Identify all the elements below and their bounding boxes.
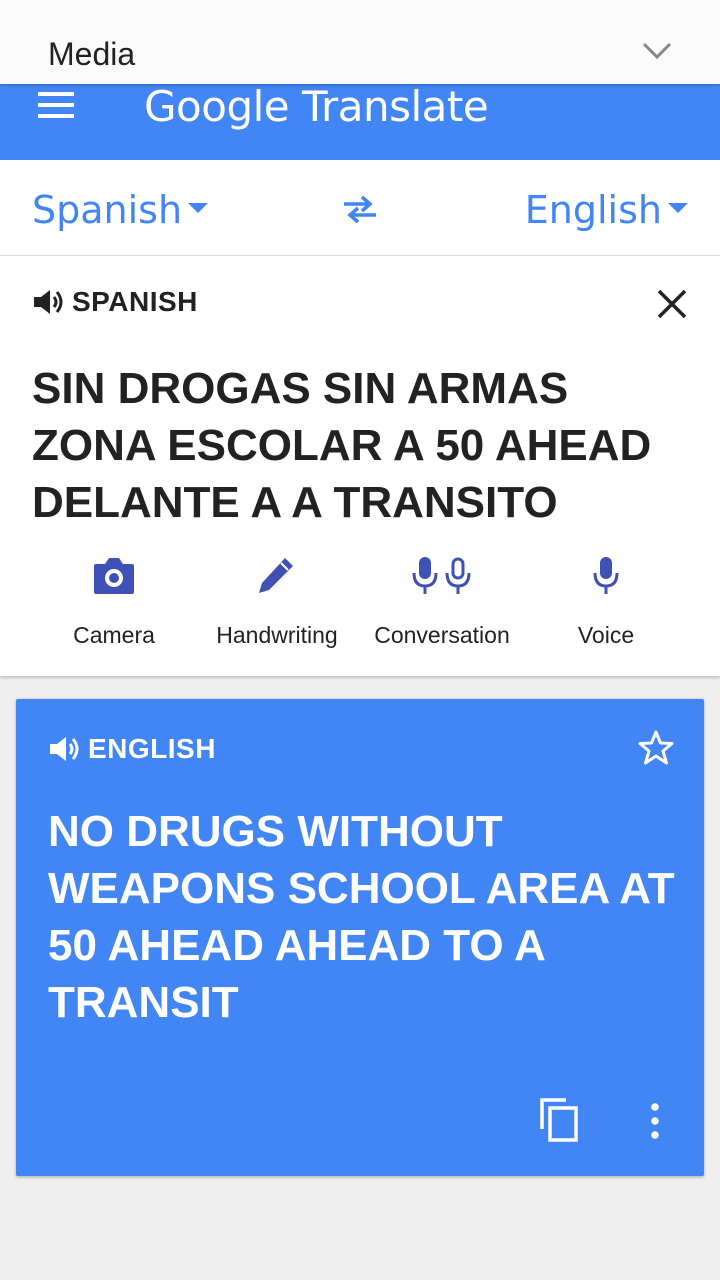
chevron-down-icon[interactable] [640,36,674,66]
voice-button[interactable]: Voice [521,556,691,649]
media-title: Media [48,36,136,72]
language-bar: Spanish English [0,160,720,256]
handwriting-button[interactable]: Handwriting [192,556,362,649]
input-card: SPANISH SIN DROGAS SIN ARMAS ZONA ESCOLA… [0,256,720,676]
target-language-selector[interactable]: English [525,188,688,232]
dropdown-arrow-icon [668,203,688,213]
dual-mic-icon [412,557,471,594]
star-icon[interactable] [636,729,676,767]
mic-icon [593,557,619,594]
camera-label: Camera [73,622,155,648]
source-language-selector[interactable]: Spanish [32,188,209,232]
menu-icon[interactable] [38,92,74,118]
handwriting-label: Handwriting [216,622,338,648]
target-language-label: English [524,188,662,232]
conversation-button[interactable]: Conversation [357,556,527,649]
app-title: Google Translate [144,82,489,131]
app-bar: Google Translate [0,82,720,160]
translated-text: NO DRUGS WITHOUT WEAPONS SCHOOL AREA AT … [48,807,675,1027]
camera-icon [94,558,134,594]
source-speak-button[interactable]: SPANISH [32,286,198,318]
media-notification-bar[interactable]: Media [0,0,720,84]
voice-label: Voice [577,622,635,648]
target-speak-button[interactable]: ENGLISH [48,733,216,765]
dropdown-arrow-icon [188,203,209,213]
speaker-icon [50,737,79,761]
source-language-heading: SPANISH [72,286,198,317]
input-tools: Camera Handwriting Conversation Voice [0,556,720,666]
more-options-icon[interactable] [646,1103,664,1139]
translation-card: ENGLISH NO DRUGS WITHOUT WEAPONS SCHOOL … [16,699,704,1176]
source-language-label: Spanish [32,188,183,232]
close-icon[interactable] [656,288,688,320]
copy-icon[interactable] [538,1097,580,1143]
source-text[interactable]: SIN DROGAS SIN ARMAS ZONA ESCOLAR A 50 A… [32,360,692,531]
speaker-icon [34,290,63,314]
conversation-label: Conversation [374,622,510,648]
target-language-heading: ENGLISH [88,733,216,764]
pen-icon [259,558,293,593]
swap-languages-icon[interactable] [340,194,380,224]
camera-button[interactable]: Camera [29,556,199,649]
